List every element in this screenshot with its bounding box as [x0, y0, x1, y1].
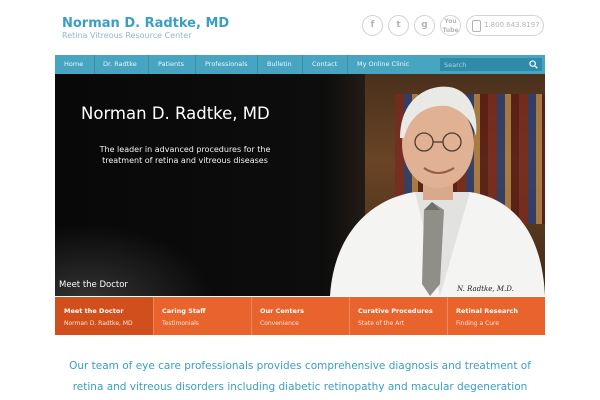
- phone-icon: [472, 20, 481, 32]
- nav-divider: [195, 55, 196, 74]
- nav-divider: [148, 55, 149, 74]
- youtube-icon[interactable]: You Tube: [440, 15, 461, 36]
- twitter-icon[interactable]: t: [388, 15, 409, 36]
- nav-item-professionals[interactable]: Professionals: [205, 55, 247, 74]
- search-box: [440, 58, 542, 71]
- tab-caring-staff[interactable]: Caring Staff Testimonials: [153, 297, 251, 335]
- tab-title: Meet the Doctor: [64, 307, 124, 315]
- nav-divider: [94, 55, 95, 74]
- doctor-photo: [330, 86, 545, 296]
- intro-line-2: retina and vitreous disorders including …: [72, 381, 528, 393]
- nav-divider: [302, 55, 303, 74]
- phone-number: 1.800.643.8197: [484, 21, 540, 29]
- youtube-icon-line1: You: [444, 18, 457, 25]
- nav-item-patients[interactable]: Patients: [158, 55, 184, 74]
- nav-divider: [347, 55, 348, 74]
- hero-banner[interactable]: Norman D. Radtke, MD The leader in advan…: [55, 74, 545, 296]
- search-input[interactable]: [444, 58, 524, 71]
- nav-item-dr-radtke[interactable]: Dr. Radtke: [103, 55, 137, 74]
- hero-signature: N. Radtke, M.D.: [457, 285, 514, 293]
- tab-curative-procedures[interactable]: Curative Procedures State of the Art: [349, 297, 447, 335]
- hero-caption: Meet the Doctor: [59, 280, 128, 290]
- tab-subtitle: Norman D. Radtke, MD: [64, 320, 133, 327]
- hero-heading: Norman D. Radtke, MD: [81, 104, 270, 123]
- tab-retinal-research[interactable]: Retinal Research Finding a Cure: [447, 297, 545, 335]
- nav-item-my-online-clinic[interactable]: My Online Clinic: [357, 55, 409, 74]
- site-subtitle: Retina Vitreous Resource Center: [62, 31, 192, 40]
- search-icon[interactable]: [529, 60, 538, 69]
- tab-title: Caring Staff: [162, 307, 206, 315]
- nav-divider: [257, 55, 258, 74]
- site-header: Norman D. Radtke, MD Retina Vitreous Res…: [0, 0, 600, 54]
- tab-meet-the-doctor[interactable]: Meet the Doctor Norman D. Radtke, MD: [55, 297, 153, 335]
- tab-title: Curative Procedures: [358, 307, 433, 315]
- google-plus-icon[interactable]: g: [414, 15, 435, 36]
- phone-number-box[interactable]: 1.800.643.8197: [466, 15, 544, 36]
- tab-our-centers[interactable]: Our Centers Convenience: [251, 297, 349, 335]
- tab-title: Retinal Research: [456, 307, 519, 315]
- intro-line-1: Our team of eye care professionals provi…: [69, 360, 531, 372]
- facebook-icon[interactable]: f: [362, 15, 383, 36]
- site-title[interactable]: Norman D. Radtke, MD: [62, 16, 229, 31]
- tab-subtitle: Finding a Cure: [456, 320, 500, 327]
- tab-subtitle: Testimonials: [162, 320, 199, 327]
- feature-tabs: Meet the Doctor Norman D. Radtke, MD Car…: [55, 297, 545, 335]
- nav-item-home[interactable]: Home: [64, 55, 83, 74]
- tab-subtitle: Convenience: [260, 320, 299, 327]
- tab-subtitle: State of the Art: [358, 320, 405, 327]
- nav-item-bulletin[interactable]: Bulletin: [267, 55, 292, 74]
- youtube-icon-line2: Tube: [442, 27, 459, 34]
- nav-item-contact[interactable]: Contact: [312, 55, 337, 74]
- intro-text: Our team of eye care professionals provi…: [55, 356, 545, 398]
- hero-tagline: The leader in advanced procedures for th…: [99, 145, 271, 165]
- tab-title: Our Centers: [260, 307, 305, 315]
